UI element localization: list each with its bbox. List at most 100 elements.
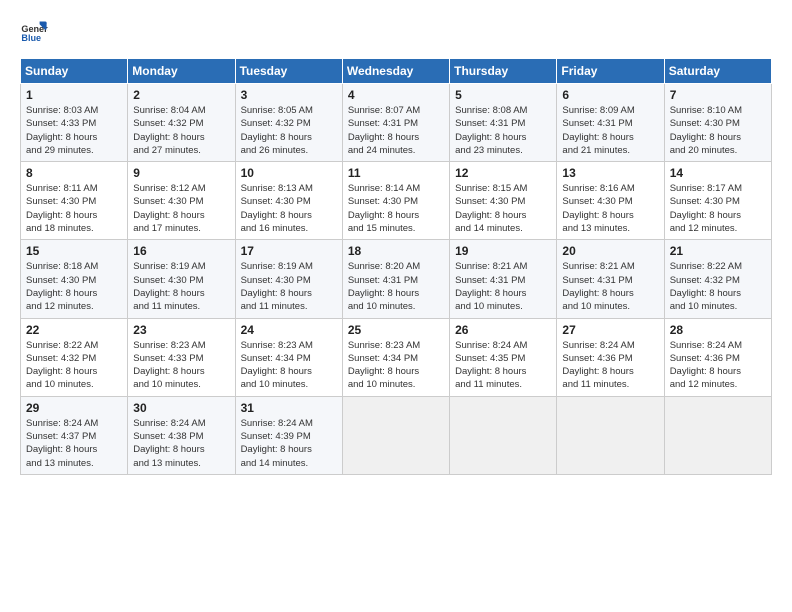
day-number: 31 (241, 401, 337, 415)
day-info: Sunrise: 8:24 AM Sunset: 4:37 PM Dayligh… (26, 417, 122, 470)
day-number: 9 (133, 166, 229, 180)
calendar-cell (342, 396, 449, 474)
day-info: Sunrise: 8:19 AM Sunset: 4:30 PM Dayligh… (133, 260, 229, 313)
day-number: 11 (348, 166, 444, 180)
day-info: Sunrise: 8:22 AM Sunset: 4:32 PM Dayligh… (26, 339, 122, 392)
calendar-cell: 2 Sunrise: 8:04 AM Sunset: 4:32 PM Daylig… (128, 84, 235, 162)
day-info: Sunrise: 8:24 AM Sunset: 4:36 PM Dayligh… (562, 339, 658, 392)
logo-icon: General Blue (20, 18, 48, 46)
calendar-cell: 12 Sunrise: 8:15 AM Sunset: 4:30 PM Dayli… (450, 162, 557, 240)
day-info: Sunrise: 8:12 AM Sunset: 4:30 PM Dayligh… (133, 182, 229, 235)
calendar-cell: 5Sunrise: 8:08 AM Sunset: 4:31 PM Daylig… (450, 84, 557, 162)
day-info: Sunrise: 8:05 AM Sunset: 4:32 PM Dayligh… (241, 104, 337, 157)
calendar-cell: 22 Sunrise: 8:22 AM Sunset: 4:32 PM Dayli… (21, 318, 128, 396)
col-header-sunday: Sunday (21, 59, 128, 84)
svg-text:Blue: Blue (21, 33, 41, 43)
day-number: 25 (348, 323, 444, 337)
day-info: Sunrise: 8:20 AM Sunset: 4:31 PM Dayligh… (348, 260, 444, 313)
calendar-header-row: SundayMondayTuesdayWednesdayThursdayFrid… (21, 59, 772, 84)
day-info: Sunrise: 8:04 AM Sunset: 4:32 PM Dayligh… (133, 104, 229, 157)
calendar-cell: 9 Sunrise: 8:12 AM Sunset: 4:30 PM Daylig… (128, 162, 235, 240)
day-number: 3 (241, 88, 337, 102)
calendar-cell: 15Sunrise: 8:18 AM Sunset: 4:30 PM Dayli… (21, 240, 128, 318)
calendar-cell: 10 Sunrise: 8:13 AM Sunset: 4:30 PM Dayli… (235, 162, 342, 240)
calendar-cell: 8 Sunrise: 8:11 AM Sunset: 4:30 PM Daylig… (21, 162, 128, 240)
calendar-week-1: 1Sunrise: 8:03 AM Sunset: 4:33 PM Daylig… (21, 84, 772, 162)
calendar-cell: 19 Sunrise: 8:21 AM Sunset: 4:31 PM Dayli… (450, 240, 557, 318)
day-info: Sunrise: 8:07 AM Sunset: 4:31 PM Dayligh… (348, 104, 444, 157)
calendar-cell: 26 Sunrise: 8:24 AM Sunset: 4:35 PM Dayli… (450, 318, 557, 396)
calendar-cell: 25 Sunrise: 8:23 AM Sunset: 4:34 PM Dayli… (342, 318, 449, 396)
day-number: 22 (26, 323, 122, 337)
day-number: 10 (241, 166, 337, 180)
day-info: Sunrise: 8:14 AM Sunset: 4:30 PM Dayligh… (348, 182, 444, 235)
day-number: 28 (670, 323, 766, 337)
calendar-cell: 27 Sunrise: 8:24 AM Sunset: 4:36 PM Dayli… (557, 318, 664, 396)
day-number: 14 (670, 166, 766, 180)
calendar-cell (557, 396, 664, 474)
calendar-week-5: 29 Sunrise: 8:24 AM Sunset: 4:37 PM Dayli… (21, 396, 772, 474)
calendar-cell: 21Sunrise: 8:22 AM Sunset: 4:32 PM Dayli… (664, 240, 771, 318)
day-number: 23 (133, 323, 229, 337)
day-number: 27 (562, 323, 658, 337)
calendar-cell: 13 Sunrise: 8:16 AM Sunset: 4:30 PM Dayli… (557, 162, 664, 240)
calendar-cell: 18 Sunrise: 8:20 AM Sunset: 4:31 PM Dayli… (342, 240, 449, 318)
day-number: 6 (562, 88, 658, 102)
day-info: Sunrise: 8:10 AM Sunset: 4:30 PM Dayligh… (670, 104, 766, 157)
calendar-cell: 23 Sunrise: 8:23 AM Sunset: 4:33 PM Dayli… (128, 318, 235, 396)
col-header-tuesday: Tuesday (235, 59, 342, 84)
calendar-cell: 17Sunrise: 8:19 AM Sunset: 4:30 PM Dayli… (235, 240, 342, 318)
calendar-week-3: 15Sunrise: 8:18 AM Sunset: 4:30 PM Dayli… (21, 240, 772, 318)
calendar-cell (450, 396, 557, 474)
calendar-cell: 16 Sunrise: 8:19 AM Sunset: 4:30 PM Dayli… (128, 240, 235, 318)
day-info: Sunrise: 8:21 AM Sunset: 4:31 PM Dayligh… (455, 260, 551, 313)
calendar-cell: 6Sunrise: 8:09 AM Sunset: 4:31 PM Daylig… (557, 84, 664, 162)
calendar-cell: 3 Sunrise: 8:05 AM Sunset: 4:32 PM Daylig… (235, 84, 342, 162)
calendar: SundayMondayTuesdayWednesdayThursdayFrid… (20, 58, 772, 475)
day-number: 29 (26, 401, 122, 415)
day-number: 30 (133, 401, 229, 415)
day-info: Sunrise: 8:24 AM Sunset: 4:35 PM Dayligh… (455, 339, 551, 392)
day-number: 13 (562, 166, 658, 180)
day-number: 7 (670, 88, 766, 102)
day-number: 26 (455, 323, 551, 337)
day-info: Sunrise: 8:24 AM Sunset: 4:39 PM Dayligh… (241, 417, 337, 470)
day-number: 20 (562, 244, 658, 258)
day-number: 15 (26, 244, 122, 258)
day-info: Sunrise: 8:23 AM Sunset: 4:33 PM Dayligh… (133, 339, 229, 392)
day-info: Sunrise: 8:23 AM Sunset: 4:34 PM Dayligh… (348, 339, 444, 392)
day-info: Sunrise: 8:23 AM Sunset: 4:34 PM Dayligh… (241, 339, 337, 392)
day-info: Sunrise: 8:16 AM Sunset: 4:30 PM Dayligh… (562, 182, 658, 235)
col-header-wednesday: Wednesday (342, 59, 449, 84)
day-number: 2 (133, 88, 229, 102)
calendar-cell: 28 Sunrise: 8:24 AM Sunset: 4:36 PM Dayli… (664, 318, 771, 396)
col-header-monday: Monday (128, 59, 235, 84)
day-number: 18 (348, 244, 444, 258)
calendar-cell: 14Sunrise: 8:17 AM Sunset: 4:30 PM Dayli… (664, 162, 771, 240)
col-header-thursday: Thursday (450, 59, 557, 84)
calendar-cell: 29 Sunrise: 8:24 AM Sunset: 4:37 PM Dayli… (21, 396, 128, 474)
day-number: 8 (26, 166, 122, 180)
day-number: 16 (133, 244, 229, 258)
day-info: Sunrise: 8:24 AM Sunset: 4:36 PM Dayligh… (670, 339, 766, 392)
day-info: Sunrise: 8:15 AM Sunset: 4:30 PM Dayligh… (455, 182, 551, 235)
day-info: Sunrise: 8:11 AM Sunset: 4:30 PM Dayligh… (26, 182, 122, 235)
day-info: Sunrise: 8:13 AM Sunset: 4:30 PM Dayligh… (241, 182, 337, 235)
col-header-friday: Friday (557, 59, 664, 84)
day-info: Sunrise: 8:24 AM Sunset: 4:38 PM Dayligh… (133, 417, 229, 470)
day-info: Sunrise: 8:08 AM Sunset: 4:31 PM Dayligh… (455, 104, 551, 157)
calendar-cell: 20Sunrise: 8:21 AM Sunset: 4:31 PM Dayli… (557, 240, 664, 318)
calendar-cell: 11 Sunrise: 8:14 AM Sunset: 4:30 PM Dayli… (342, 162, 449, 240)
calendar-cell: 7 Sunrise: 8:10 AM Sunset: 4:30 PM Daylig… (664, 84, 771, 162)
day-number: 19 (455, 244, 551, 258)
calendar-cell: 30 Sunrise: 8:24 AM Sunset: 4:38 PM Dayli… (128, 396, 235, 474)
calendar-cell: 31 Sunrise: 8:24 AM Sunset: 4:39 PM Dayli… (235, 396, 342, 474)
col-header-saturday: Saturday (664, 59, 771, 84)
day-info: Sunrise: 8:03 AM Sunset: 4:33 PM Dayligh… (26, 104, 122, 157)
calendar-cell: 24Sunrise: 8:23 AM Sunset: 4:34 PM Dayli… (235, 318, 342, 396)
header: General Blue (20, 18, 772, 46)
calendar-cell: 1Sunrise: 8:03 AM Sunset: 4:33 PM Daylig… (21, 84, 128, 162)
day-number: 4 (348, 88, 444, 102)
calendar-cell (664, 396, 771, 474)
day-number: 12 (455, 166, 551, 180)
